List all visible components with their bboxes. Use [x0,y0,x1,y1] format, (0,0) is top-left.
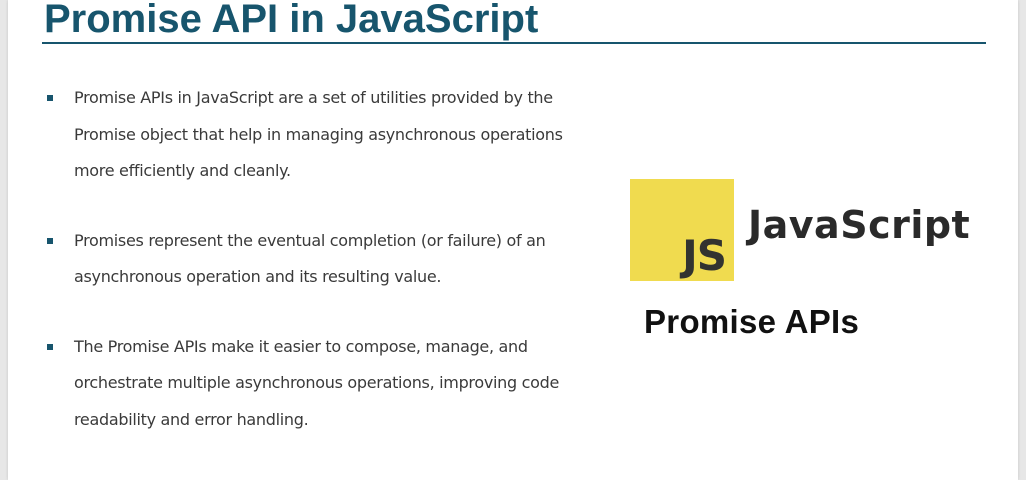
slide: Promise API in JavaScript Promise APIs i… [8,0,1018,480]
javascript-wordmark: JavaScript [748,203,971,247]
bullet-item: Promises represent the eventual completi… [44,223,604,296]
bullet-list: Promise APIs in JavaScript are a set of … [44,80,604,438]
bullet-item: Promise APIs in JavaScript are a set of … [44,80,604,190]
bullet-line: more efficiently and cleanly. [74,161,291,180]
title-underline [42,42,986,44]
bullet-marker [47,343,53,350]
js-badge-text: JS [682,231,727,280]
bullet-line: Promise object that help in managing asy… [74,124,563,144]
bullet-line: orchestrate multiple asynchronous operat… [74,373,560,392]
bullet-marker [47,237,53,244]
slide-title: Promise API in JavaScript [44,0,539,41]
bullet-line: asynchronous operation and its resulting… [74,267,442,286]
bullet-line: Promises represent the eventual completi… [74,230,546,250]
bullet-line: readability and error handling. [74,409,309,429]
javascript-logo-badge: JS [630,179,734,281]
bullet-line: Promise APIs in JavaScript are a set of … [74,88,553,107]
bullet-marker [47,95,53,101]
promise-apis-caption: Promise APIs [644,303,860,340]
bullet-line: The Promise APIs make it easier to compo… [74,336,528,356]
bullet-item: The Promise APIs make it easier to compo… [44,329,604,439]
